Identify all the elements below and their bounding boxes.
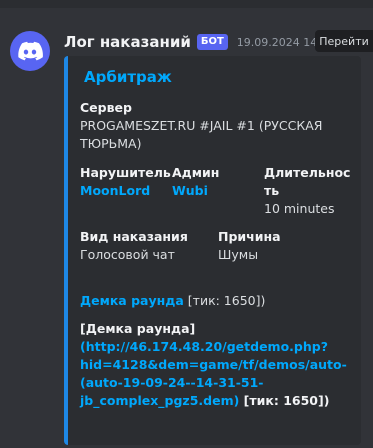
goto-button[interactable]: Перейти (315, 30, 373, 52)
message-header: Лог наказаний БОТ 19.09.2024 14:32 (64, 31, 335, 53)
demo-url-line4[interactable]: jb_complex_pgz5.dem) (80, 393, 239, 408)
admin-link[interactable]: Wubi (172, 182, 219, 200)
field-violator: Нарушитель MoonLord (80, 164, 171, 200)
discord-logo-icon (18, 41, 43, 61)
field-server: Сервер PROGAMESZET.RU #JAIL #1 (РУССКАЯ … (80, 99, 350, 153)
field-admin: Админ Wubi (172, 164, 219, 200)
demo-link[interactable]: Демка раунда (80, 293, 184, 308)
field-duration-name-line2: ть (264, 183, 280, 198)
field-reason: Причина Шумы (218, 228, 281, 264)
author-name[interactable]: Лог наказаний (64, 33, 191, 51)
field-duration-name-line1: Длительнос (264, 165, 351, 180)
demo-tick-2: [тик: 1650]) (239, 393, 330, 408)
field-reason-name: Причина (218, 229, 281, 244)
demo-tick: [тик: 1650]) (187, 293, 266, 308)
field-server-value-line2: ТЮРЬМА) (80, 136, 142, 151)
demo-bracket-title: [Демка раунда] (80, 321, 196, 336)
field-server-name: Сервер (80, 100, 132, 115)
demo-full-block: [Демка раунда] (http://46.174.48.20/getd… (80, 320, 355, 410)
field-punishment-type: Вид наказания Голосовой чат (80, 228, 188, 264)
field-duration: Длительнос ть 10 minutes (264, 164, 359, 218)
field-duration-value: 10 minutes (264, 201, 335, 216)
demo-url-line1[interactable]: (http://46.174.48.20/getdemo.php? (80, 338, 355, 356)
bot-badge: БОТ (196, 34, 228, 50)
field-admin-name: Админ (172, 165, 220, 180)
field-violator-name: Нарушитель (80, 165, 171, 180)
embed-card: Арбитраж Сервер PROGAMESZET.RU #JAIL #1 … (64, 56, 361, 445)
field-reason-value: Шумы (218, 247, 259, 262)
field-punishment-type-value: Голосовой чат (80, 247, 175, 262)
bot-avatar[interactable] (10, 31, 50, 71)
violator-link[interactable]: MoonLord (80, 182, 171, 200)
field-server-value-line1: PROGAMESZET.RU #JAIL #1 (РУССКАЯ (80, 118, 323, 133)
demo-url-line2[interactable]: hid=4128&dem=game/tf/demos/auto- (80, 356, 355, 374)
demo-line: Демка раунда [тик: 1650]) (80, 292, 265, 310)
field-punishment-type-name: Вид наказания (80, 229, 188, 244)
embed-title: Арбитраж (84, 68, 172, 86)
top-divider (0, 0, 373, 8)
demo-url-line3[interactable]: (auto-19-09-24--14-31-51- (80, 374, 355, 392)
